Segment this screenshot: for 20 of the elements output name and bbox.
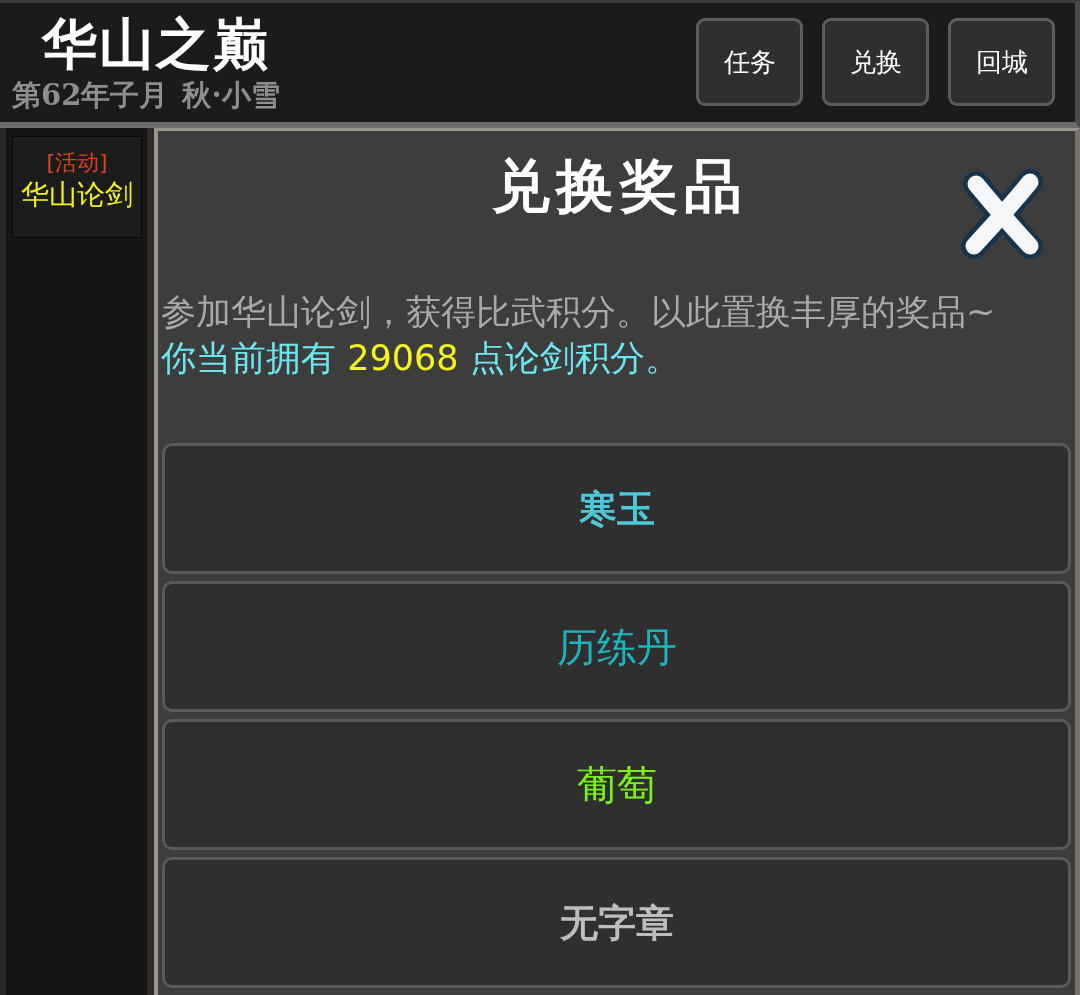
points-balance-text: 你当前拥有 29068 点论剑积分。 xyxy=(161,337,681,380)
activity-name: 华山论剑 xyxy=(21,177,133,213)
reward-button[interactable]: 寒玉 xyxy=(162,443,1071,574)
reward-button[interactable]: 历练丹 xyxy=(162,581,1071,712)
description-text: 参加华山论剑，获得比武积分。以此置换丰厚的奖品~ xyxy=(161,291,997,334)
location-title: 华山之巅 xyxy=(42,11,270,77)
menu-button[interactable]: 回城 xyxy=(948,18,1055,106)
reward-name: 寒玉 xyxy=(578,484,655,533)
reward-name: 历练丹 xyxy=(556,622,677,672)
date-weather-text: 第62年子月 秋·小雪 xyxy=(12,78,280,112)
reward-button[interactable]: 葡萄 xyxy=(162,719,1071,850)
reward-name: 无字章 xyxy=(559,898,674,947)
reward-name: 葡萄 xyxy=(576,760,657,810)
close-icon[interactable] xyxy=(960,168,1044,260)
menu-button[interactable]: 任务 xyxy=(696,18,803,106)
activity-tag: [活动] xyxy=(46,149,108,177)
reward-button[interactable]: 无字章 xyxy=(162,857,1071,988)
panel-title: 兑换奖品 xyxy=(492,151,748,221)
menu-button[interactable]: 兑换 xyxy=(822,18,929,106)
activity-card[interactable]: [活动] 华山论剑 xyxy=(12,136,142,238)
